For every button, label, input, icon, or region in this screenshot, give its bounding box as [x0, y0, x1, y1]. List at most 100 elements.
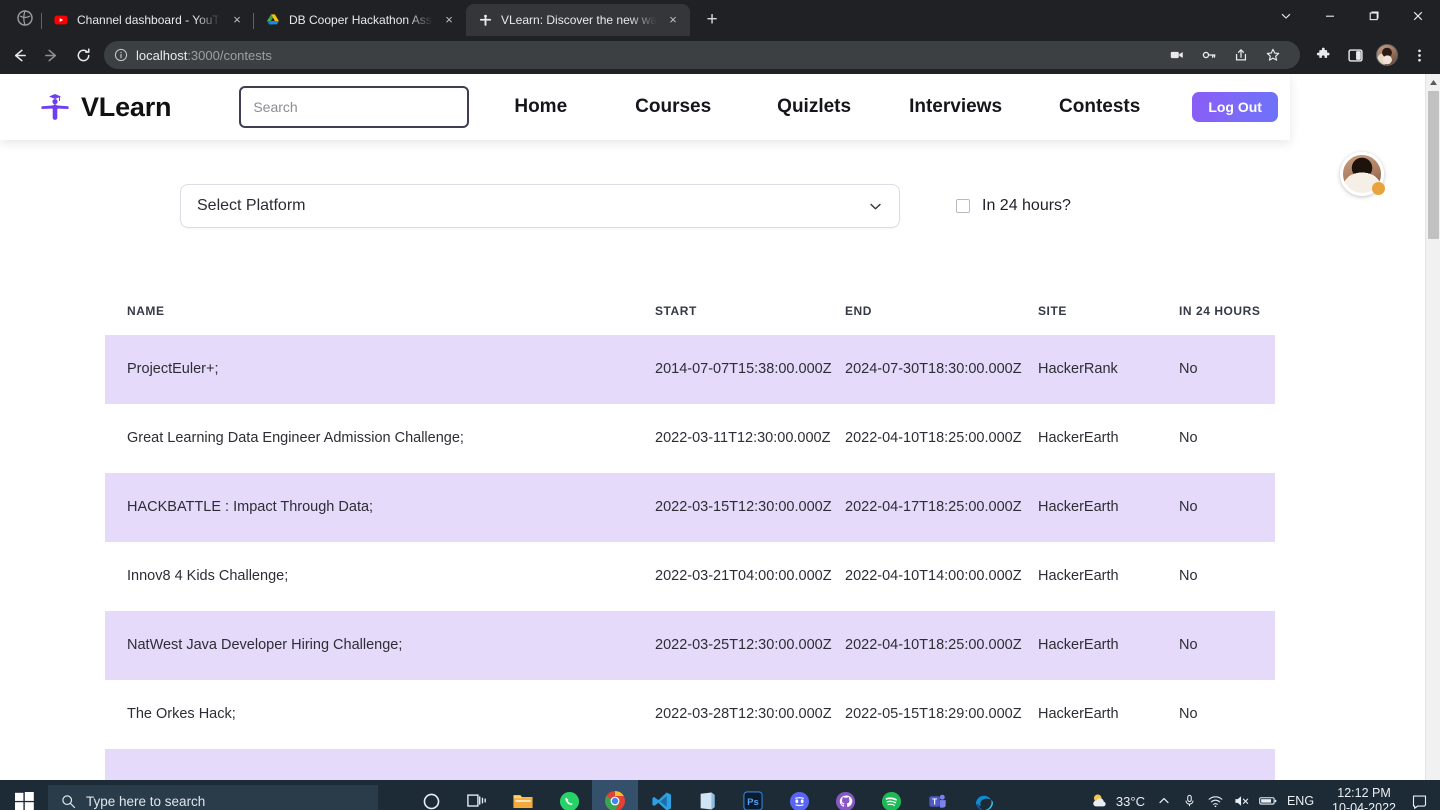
- tab-title: VLearn: Discover the new way of: [501, 13, 657, 27]
- in-24-hours-checkbox[interactable]: [956, 199, 970, 213]
- clock-date: 10-04-2022: [1332, 801, 1396, 810]
- store-icon[interactable]: [684, 780, 730, 810]
- chevron-down-icon[interactable]: [1264, 0, 1308, 32]
- close-icon[interactable]: ×: [229, 12, 245, 28]
- cell-in24: [1179, 749, 1275, 780]
- forward-arrow-icon[interactable]: [36, 40, 66, 70]
- table-row[interactable]: Innov8 4 Kids Challenge; 2022-03-21T04:0…: [105, 542, 1275, 611]
- tab-title: DB Cooper Hackathon Assets - G: [289, 13, 433, 27]
- battery-icon[interactable]: [1255, 780, 1281, 810]
- column-header-end[interactable]: END: [845, 304, 1038, 335]
- address-bar[interactable]: localhost:3000/contests: [104, 41, 1300, 69]
- cortana-icon[interactable]: [408, 780, 454, 810]
- microphone-icon[interactable]: [1177, 780, 1203, 810]
- column-header-start[interactable]: START: [655, 304, 845, 335]
- show-hidden-icons[interactable]: [1151, 780, 1177, 810]
- profile-avatar-icon[interactable]: [1372, 40, 1402, 70]
- spotify-icon[interactable]: [868, 780, 914, 810]
- nav-item-quizlets[interactable]: Quizlets: [777, 96, 851, 118]
- close-icon[interactable]: [1396, 0, 1440, 32]
- github-icon[interactable]: [822, 780, 868, 810]
- url-host: localhost: [136, 47, 188, 63]
- cell-end: 2022-05-15T18:29:00.000Z: [845, 680, 1038, 749]
- new-tab-button[interactable]: +: [698, 6, 726, 34]
- taskbar-clock[interactable]: 12:12 PM 10-04-2022: [1320, 786, 1406, 810]
- kebab-menu-icon[interactable]: [1404, 40, 1434, 70]
- column-header-name[interactable]: NAME: [105, 304, 655, 335]
- reload-icon[interactable]: [68, 40, 98, 70]
- teams-icon[interactable]: T: [914, 780, 960, 810]
- language-code: ENG: [1286, 794, 1315, 808]
- cell-site: HackerEarth: [1038, 430, 1119, 446]
- file-explorer-icon[interactable]: [500, 780, 546, 810]
- sidebar-panel-icon[interactable]: [1340, 40, 1370, 70]
- star-icon[interactable]: [1258, 40, 1288, 70]
- taskbar-search[interactable]: Type here to search: [48, 785, 378, 810]
- wifi-icon[interactable]: [1203, 780, 1229, 810]
- key-icon[interactable]: [1194, 40, 1224, 70]
- video-camera-icon[interactable]: [1162, 40, 1192, 70]
- photoshop-icon[interactable]: Ps: [730, 780, 776, 810]
- cell-start: 2022-03-11T12:30:00.000Z: [655, 404, 845, 473]
- platform-select[interactable]: Select Platform: [180, 184, 900, 228]
- language-indicator[interactable]: ENG: [1281, 780, 1320, 810]
- notification-icon[interactable]: [1406, 780, 1432, 810]
- chrome-icon[interactable]: [592, 780, 638, 810]
- task-view-icon[interactable]: [454, 780, 500, 810]
- table-row[interactable]: The Orkes Hack; 2022-03-28T12:30:00.000Z…: [105, 680, 1275, 749]
- table-row[interactable]: Great Learning Data Engineer Admission C…: [105, 404, 1275, 473]
- scrollbar-thumb[interactable]: [1428, 91, 1439, 239]
- nav-item-home[interactable]: Home: [514, 96, 567, 118]
- volume-muted-icon[interactable]: [1229, 780, 1255, 810]
- share-icon[interactable]: [1226, 40, 1256, 70]
- end-date: 2024-07-30T18:30:00.000Z: [845, 361, 1022, 377]
- page-scrollbar[interactable]: [1425, 74, 1440, 780]
- cell-start: 2022-03-28T12:30:00.000Z: [655, 680, 845, 749]
- user-avatar[interactable]: [1340, 152, 1385, 196]
- cell-site: HackerRank: [1038, 361, 1118, 377]
- browser-tab-vlearn[interactable]: VLearn: Discover the new way of ×: [466, 4, 690, 36]
- nav-item-courses[interactable]: Courses: [635, 96, 711, 118]
- table-row-partial[interactable]: [105, 749, 1275, 780]
- search-input[interactable]: [239, 86, 470, 128]
- avatar: [1376, 44, 1398, 66]
- column-header-in24[interactable]: IN 24 HOURS: [1179, 304, 1275, 335]
- edge-icon[interactable]: [960, 780, 1006, 810]
- extensions-puzzle-icon[interactable]: [1308, 40, 1338, 70]
- column-header-site[interactable]: SITE: [1038, 304, 1179, 335]
- cell-name: HACKBATTLE : Impact Through Data;: [127, 499, 374, 515]
- minimize-icon[interactable]: [1308, 0, 1352, 32]
- browser-tab-youtube[interactable]: Channel dashboard - YouTube St ×: [41, 4, 254, 36]
- in-24-hours-filter[interactable]: In 24 hours?: [956, 197, 1071, 215]
- cell-site: HackerEarth: [1038, 499, 1119, 515]
- close-icon[interactable]: ×: [441, 12, 457, 28]
- table-row[interactable]: ProjectEuler+; 2014-07-07T15:38:00.000Z …: [105, 335, 1275, 404]
- whatsapp-icon[interactable]: [546, 780, 592, 810]
- logout-button[interactable]: Log Out: [1192, 92, 1278, 122]
- restore-icon[interactable]: [1352, 0, 1396, 32]
- scroll-up-arrow-icon[interactable]: [1426, 74, 1440, 91]
- search-icon: [61, 794, 76, 809]
- nav-item-interviews[interactable]: Interviews: [909, 96, 1002, 118]
- browser-tab-drive[interactable]: DB Cooper Hackathon Assets - G ×: [253, 4, 466, 36]
- end-date: 2022-04-10T18:25:00.000Z: [845, 637, 1022, 653]
- cell-in24: No: [1179, 706, 1198, 722]
- back-arrow-icon[interactable]: [4, 40, 34, 70]
- close-icon[interactable]: ×: [665, 12, 681, 28]
- platform-select-label: Select Platform: [197, 197, 306, 214]
- omnibox-actions: [1162, 40, 1288, 70]
- info-circle-icon[interactable]: [114, 48, 128, 62]
- table-row[interactable]: HACKBATTLE : Impact Through Data; 2022-0…: [105, 473, 1275, 542]
- weather-widget[interactable]: 33°C: [1084, 780, 1151, 810]
- brand-logo[interactable]: VLearn: [38, 90, 172, 124]
- vscode-icon[interactable]: [638, 780, 684, 810]
- cell-name: Innov8 4 Kids Challenge;: [127, 568, 289, 584]
- nav-item-contests[interactable]: Contests: [1059, 96, 1140, 118]
- windows-start-icon[interactable]: [0, 780, 48, 810]
- browser-toolbar: localhost:3000/contests: [0, 36, 1440, 74]
- cell-in24: No: [1179, 568, 1198, 584]
- table-row[interactable]: NatWest Java Developer Hiring Challenge;…: [105, 611, 1275, 680]
- discord-icon[interactable]: [776, 780, 822, 810]
- url-path: :3000/contests: [187, 47, 272, 63]
- end-date: 2022-04-10T18:25:00.000Z: [845, 430, 1022, 446]
